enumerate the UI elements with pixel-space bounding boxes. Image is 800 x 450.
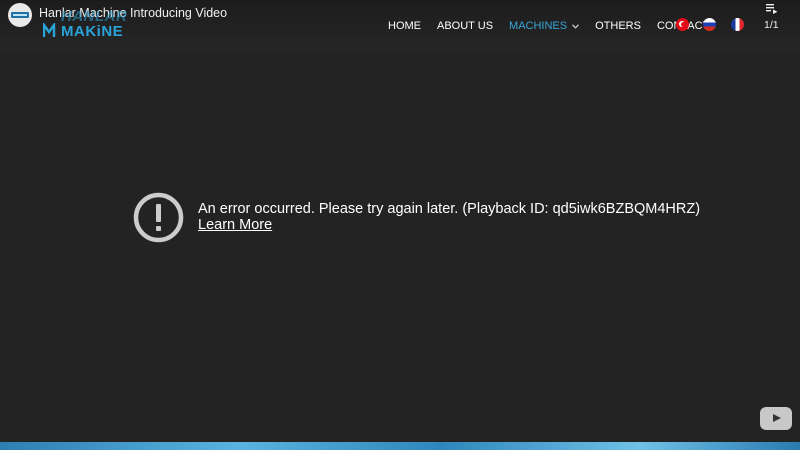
nav-label: HOME bbox=[388, 20, 421, 32]
nav-item-others[interactable]: OTHERS bbox=[595, 20, 641, 32]
playlist-button[interactable]: 1/1 bbox=[760, 3, 786, 31]
channel-logo-icon bbox=[11, 12, 29, 18]
logo-mark-icon bbox=[43, 23, 56, 37]
nav-item-home[interactable]: HOME bbox=[388, 20, 421, 32]
nav-item-about-us[interactable]: ABOUT US bbox=[437, 20, 493, 32]
error-icon bbox=[133, 192, 184, 243]
chevron-down-icon bbox=[572, 23, 580, 29]
channel-avatar[interactable] bbox=[8, 3, 32, 27]
error-message: An error occurred. Please try again late… bbox=[198, 201, 701, 217]
player-header: Hanlar Machine Introducing Video HANLAR … bbox=[0, 0, 800, 51]
french-flag-icon[interactable] bbox=[731, 18, 744, 31]
nav-item-machines[interactable]: MACHINES bbox=[509, 20, 580, 32]
page-background-strip bbox=[0, 442, 800, 450]
playlist-icon bbox=[766, 4, 778, 14]
learn-more-link[interactable]: Learn More bbox=[198, 217, 272, 233]
nav-label: MACHINES bbox=[509, 20, 568, 32]
logo-text-bottom: MAKiNE bbox=[61, 23, 124, 40]
turkish-flag-icon[interactable] bbox=[676, 18, 689, 31]
playlist-position: 1/1 bbox=[764, 19, 779, 31]
russian-flag-icon[interactable] bbox=[703, 18, 716, 31]
nav-label: OTHERS bbox=[595, 20, 641, 32]
hanlar-logo[interactable]: HANLAR MAKiNE bbox=[43, 8, 133, 40]
nav-label: ABOUT US bbox=[437, 20, 494, 32]
site-nav: HOME ABOUT US MACHINES OTHERS CONTACT bbox=[388, 19, 725, 33]
youtube-logo-icon[interactable] bbox=[760, 407, 792, 430]
